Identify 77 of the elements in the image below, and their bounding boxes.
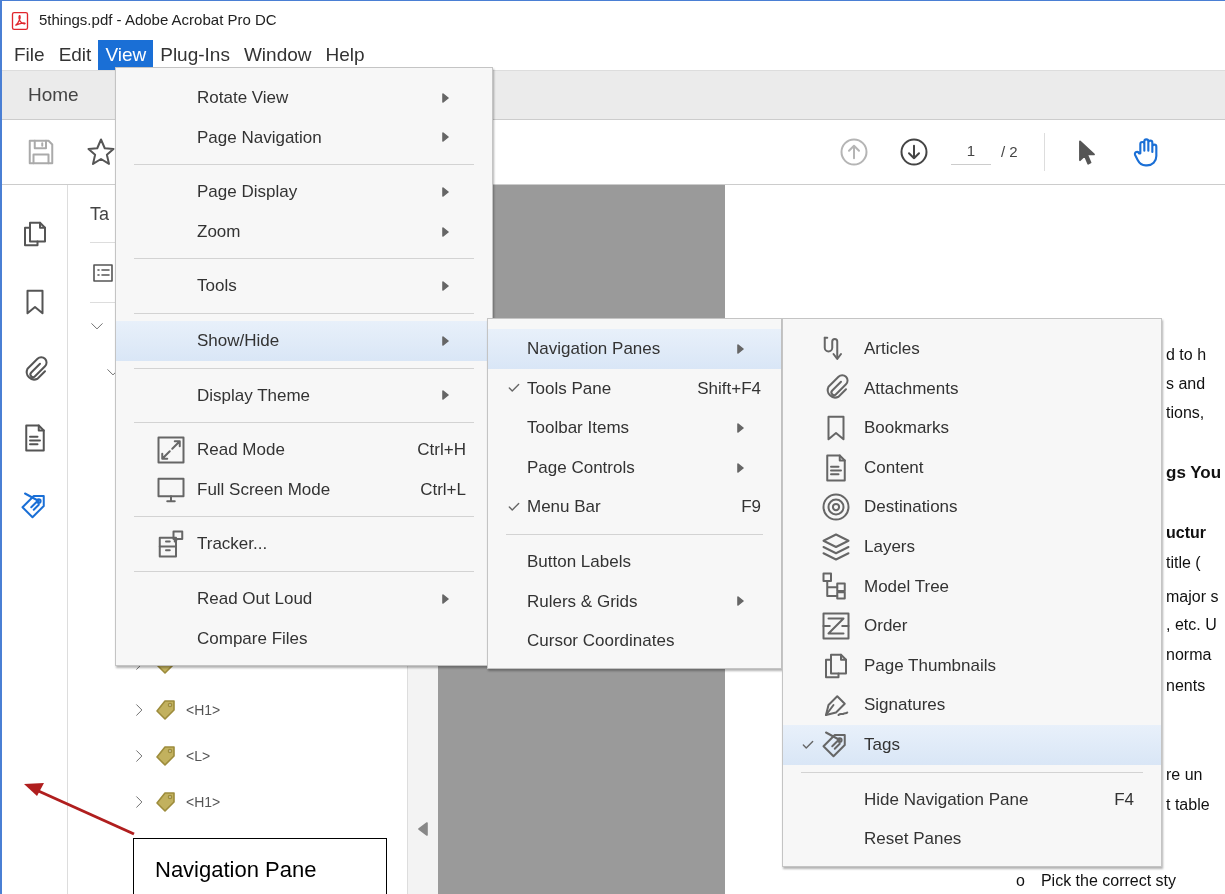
document-text: Pick the correct sty bbox=[1040, 871, 1177, 891]
menu-item[interactable]: Content bbox=[783, 447, 1161, 488]
menu-item[interactable]: Destinations bbox=[783, 487, 1161, 527]
submenu-arrow-icon bbox=[442, 132, 449, 143]
arrow-down-icon[interactable] bbox=[899, 137, 929, 167]
menu-item[interactable]: Cursor Coordinates bbox=[488, 621, 781, 661]
menu-item[interactable]: Rotate View bbox=[116, 78, 492, 118]
menu-item[interactable]: Attachments bbox=[783, 368, 1161, 409]
submenu-arrow-icon bbox=[442, 92, 449, 103]
document-text: , etc. U bbox=[1166, 615, 1218, 635]
menu-item[interactable]: Menu Bar F9 bbox=[488, 487, 781, 527]
callout-label: Navigation Pane bbox=[133, 838, 387, 894]
menu-item[interactable]: Tools bbox=[116, 266, 492, 306]
pdf-icon bbox=[10, 9, 30, 32]
tag-icon[interactable] bbox=[154, 744, 178, 768]
window-title: 5things.pdf - Adobe Acrobat Pro DC bbox=[39, 10, 277, 31]
document-text: t table bbox=[1166, 795, 1211, 815]
star-icon[interactable] bbox=[86, 137, 116, 167]
collapse-icon[interactable] bbox=[417, 822, 429, 836]
menu-item[interactable]: Navigation Panes bbox=[488, 329, 781, 369]
menu-item[interactable]: Articles bbox=[783, 329, 1161, 369]
submenu-arrow-icon bbox=[442, 593, 449, 604]
menu-item[interactable]: Edit bbox=[51, 40, 99, 70]
submenu-arrow-icon bbox=[737, 423, 744, 433]
menu-item[interactable]: Page Controls bbox=[488, 447, 781, 488]
tag-label[interactable]: <L> bbox=[186, 745, 211, 767]
menu-item[interactable]: Toolbar Items bbox=[488, 408, 781, 448]
bullet-marker: o bbox=[1016, 871, 1025, 891]
tracker-icon bbox=[156, 529, 186, 560]
document-text: re un bbox=[1166, 765, 1204, 785]
menu-item[interactable]: Order bbox=[783, 606, 1161, 646]
expand-icon bbox=[156, 434, 186, 465]
menu-item[interactable]: Tools Pane Shift+F4 bbox=[488, 368, 781, 409]
layers-icon bbox=[821, 531, 851, 562]
menu-item[interactable]: Reset Panes bbox=[783, 819, 1161, 859]
submenu-arrow-icon bbox=[442, 187, 449, 197]
menu-item[interactable]: Hide Navigation Pane F4 bbox=[783, 779, 1161, 820]
menu-item[interactable]: Button Labels bbox=[488, 541, 781, 582]
menu-item[interactable]: Layers bbox=[783, 526, 1161, 567]
document-text: d to h bbox=[1166, 345, 1208, 365]
menu-item[interactable]: Rulers & Grids bbox=[488, 581, 781, 622]
tag-icon[interactable] bbox=[154, 790, 178, 814]
submenu-arrow-icon bbox=[737, 343, 744, 354]
document-text: nents bbox=[1166, 676, 1207, 696]
document-text: tions, bbox=[1166, 403, 1206, 423]
document-text: norma bbox=[1166, 645, 1213, 665]
menu-item[interactable]: View bbox=[98, 40, 154, 70]
menu-item[interactable]: Page Thumbnails bbox=[783, 645, 1161, 686]
submenu-arrow-icon bbox=[737, 462, 744, 473]
submenu-arrow-icon bbox=[442, 390, 449, 401]
submenu-arrow-icon bbox=[737, 596, 744, 607]
document-text: s and bbox=[1166, 374, 1207, 394]
order-icon bbox=[821, 610, 851, 641]
menu-item[interactable]: Help bbox=[318, 40, 372, 70]
document-text: uctur bbox=[1166, 523, 1207, 543]
menu-item[interactable]: Model Tree bbox=[783, 566, 1161, 607]
document-text: gs You bbox=[1166, 462, 1223, 484]
menu-item[interactable]: Bookmarks bbox=[783, 408, 1161, 448]
tag-label[interactable]: <H1> bbox=[186, 699, 221, 721]
page-number-field[interactable]: 1 bbox=[951, 139, 991, 165]
menu-item[interactable]: Plug-Ins bbox=[153, 40, 237, 70]
menu-item[interactable]: Signatures bbox=[783, 685, 1161, 725]
menu-item[interactable]: Page Navigation bbox=[116, 117, 492, 158]
submenu-arrow-icon bbox=[442, 281, 449, 292]
tab[interactable]: Home bbox=[28, 80, 79, 110]
tag-label[interactable]: <H1> bbox=[186, 791, 221, 813]
menu-item[interactable]: File bbox=[7, 40, 52, 70]
save-icon[interactable] bbox=[26, 137, 56, 167]
tag-icon[interactable] bbox=[154, 698, 178, 722]
submenu-arrow-icon bbox=[442, 335, 449, 346]
target-icon bbox=[821, 492, 851, 523]
document-text: major s bbox=[1166, 587, 1220, 607]
menu-item[interactable]: Window bbox=[236, 40, 319, 70]
page-count: / 2 bbox=[1001, 141, 1018, 162]
menu-item[interactable]: Tags bbox=[783, 724, 1161, 765]
submenu-arrow-icon bbox=[442, 226, 449, 237]
document-text: title ( bbox=[1166, 553, 1202, 573]
